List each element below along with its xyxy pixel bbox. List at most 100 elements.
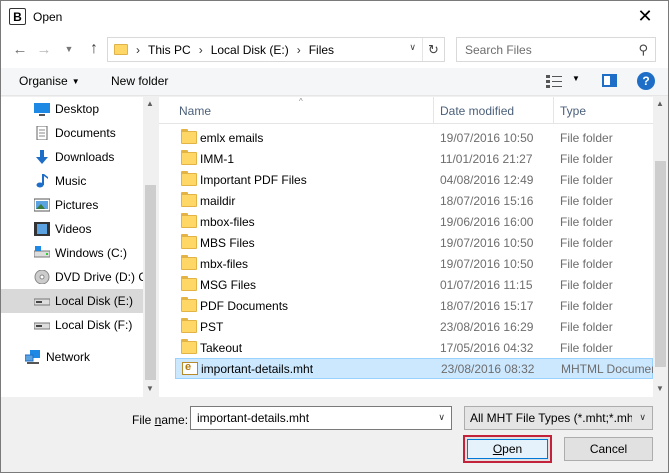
view-options-caret-icon[interactable]: ▼ <box>572 74 580 83</box>
file-row[interactable]: MSG Files 01/07/2016 11:15 File folder <box>175 274 653 295</box>
forward-button[interactable]: → <box>33 38 55 60</box>
file-date: 01/07/2016 11:15 <box>440 277 533 292</box>
network-icon <box>25 350 40 364</box>
file-row[interactable]: emlx emails 19/07/2016 10:50 File folder <box>175 127 653 148</box>
scroll-down-icon[interactable]: ▼ <box>656 384 664 393</box>
file-type: File folder <box>560 298 613 313</box>
file-date: 17/05/2016 04:32 <box>440 340 534 355</box>
column-divider[interactable] <box>553 97 554 124</box>
chevron-right-icon: › <box>198 42 203 57</box>
file-type: File folder <box>560 151 613 166</box>
help-icon[interactable]: ? <box>637 72 655 90</box>
navigation-pane: Desktop Documents Downloads Music Pictur… <box>1 97 158 397</box>
folder-icon <box>114 44 128 55</box>
file-row[interactable]: maildir 18/07/2016 15:16 File folder <box>175 190 653 211</box>
scroll-up-icon[interactable]: ▲ <box>146 99 154 108</box>
music-icon <box>36 174 48 188</box>
sidebar-item-music[interactable]: Music <box>1 169 143 193</box>
new-folder-button[interactable]: New folder <box>111 74 168 88</box>
sidebar-item-label: Videos <box>55 222 92 236</box>
filetype-select[interactable]: All MHT File Types (*.mht;*.mhtml) ∨ <box>464 406 653 430</box>
chevron-right-icon: › <box>296 42 301 57</box>
file-date: 19/07/2016 10:50 <box>440 130 534 145</box>
filename-combobox[interactable]: ∨ <box>190 406 452 430</box>
file-type: File folder <box>560 172 613 187</box>
file-row[interactable]: PDF Documents 18/07/2016 15:17 File fold… <box>175 295 653 316</box>
recent-locations-button[interactable]: ▼ <box>58 38 80 60</box>
filename-input[interactable] <box>195 410 425 426</box>
file-row[interactable]: mbx-files 19/07/2016 10:50 File folder <box>175 253 653 274</box>
open-button-face: Open <box>467 439 548 459</box>
file-row[interactable]: Takeout 17/05/2016 04:32 File folder <box>175 337 653 358</box>
arrow-right-icon: → <box>36 40 52 58</box>
address-bar[interactable]: › This PC › Local Disk (E:) › Files ∨ ↻ <box>107 37 445 62</box>
drive-icon <box>34 322 50 330</box>
scroll-up-icon[interactable]: ▲ <box>656 99 664 108</box>
column-header-name[interactable]: Name <box>179 104 211 118</box>
sidebar-scrollbar[interactable]: ▲ ▼ <box>143 97 158 397</box>
breadcrumb-local-disk-e[interactable]: Local Disk (E:) <box>211 43 289 57</box>
file-name: Takeout <box>200 340 243 355</box>
preview-pane-icon[interactable] <box>602 74 617 87</box>
folder-icon <box>181 297 197 312</box>
scroll-down-icon[interactable]: ▼ <box>146 384 154 393</box>
filetype-value: All MHT File Types (*.mht;*.mhtml) <box>470 411 632 425</box>
file-row[interactable]: IMM-1 11/01/2016 21:27 File folder <box>175 148 653 169</box>
sidebar-item-desktop[interactable]: Desktop <box>1 97 143 121</box>
file-date: 23/08/2016 08:32 <box>441 361 535 376</box>
column-header-type[interactable]: Type <box>560 104 586 118</box>
sidebar-item-dvd-drive[interactable]: DVD Drive (D:) C <box>1 265 143 289</box>
organise-label: Organise <box>19 74 68 88</box>
file-date: 19/06/2016 16:00 <box>440 214 534 229</box>
chevron-down-icon: ∨ <box>639 412 646 422</box>
chevron-down-icon[interactable]: ∨ <box>438 412 445 423</box>
sidebar-item-downloads[interactable]: Downloads <box>1 145 143 169</box>
close-button[interactable]: ✕ <box>622 1 668 32</box>
filename-label-part: ame: <box>161 413 189 427</box>
scroll-thumb[interactable] <box>145 185 156 380</box>
sidebar-item-label: Music <box>55 174 87 188</box>
filename-label: File name: <box>132 413 188 427</box>
mht-file-icon <box>182 361 198 375</box>
sidebar-item-videos[interactable]: Videos <box>1 217 143 241</box>
file-date: 11/01/2016 21:27 <box>440 151 533 166</box>
file-list-scrollbar[interactable]: ▲ ▼ <box>653 97 668 397</box>
downloads-icon <box>36 150 48 164</box>
file-row-selected[interactable]: important-details.mht 23/08/2016 08:32 M… <box>175 358 654 379</box>
breadcrumb-files[interactable]: Files <box>309 43 334 57</box>
sidebar-item-pictures[interactable]: Pictures <box>1 193 143 217</box>
open-accesskey: O <box>492 442 503 456</box>
file-row[interactable]: MBS Files 19/07/2016 10:50 File folder <box>175 232 653 253</box>
column-header-date[interactable]: Date modified <box>440 104 514 118</box>
breadcrumb-this-pc[interactable]: This PC <box>148 43 191 57</box>
back-button[interactable]: ← <box>9 38 31 60</box>
sidebar-item-label: DVD Drive (D:) C <box>55 270 143 284</box>
chevron-down-icon: ▼ <box>64 44 74 54</box>
sidebar-item-local-disk-f[interactable]: Local Disk (F:) <box>1 313 143 337</box>
file-row[interactable]: Important PDF Files 04/08/2016 12:49 Fil… <box>175 169 653 190</box>
sidebar-item-local-disk-e[interactable]: Local Disk (E:) <box>1 289 143 313</box>
file-type: File folder <box>560 319 613 334</box>
sidebar-item-network[interactable]: Network <box>1 345 143 369</box>
organise-button[interactable]: Organise ▼ <box>19 74 80 88</box>
file-row[interactable]: mbox-files 19/06/2016 16:00 File folder <box>175 211 653 232</box>
file-name: PST <box>200 319 224 334</box>
view-details-icon[interactable] <box>546 74 562 88</box>
file-name: emlx emails <box>200 130 264 145</box>
file-row[interactable]: PST 23/08/2016 16:29 File folder <box>175 316 653 337</box>
title-bar: B Open ✕ <box>1 1 668 32</box>
address-dropdown-icon[interactable]: ∨ <box>409 42 416 53</box>
search-input[interactable] <box>463 41 631 58</box>
column-divider[interactable] <box>433 97 434 124</box>
up-button[interactable]: ↑ <box>83 38 105 60</box>
open-button[interactable]: Open <box>463 435 552 463</box>
scroll-thumb[interactable] <box>655 161 666 367</box>
cancel-button[interactable]: Cancel <box>564 437 653 461</box>
search-box[interactable]: ⚲ <box>456 37 656 62</box>
folder-icon <box>181 171 197 186</box>
sidebar-item-documents[interactable]: Documents <box>1 121 143 145</box>
sidebar-item-label: Local Disk (E:) <box>55 294 134 308</box>
file-date: 19/07/2016 10:50 <box>440 256 534 271</box>
refresh-button[interactable]: ↻ <box>422 38 444 61</box>
sidebar-item-windows-c[interactable]: Windows (C:) <box>1 241 143 265</box>
